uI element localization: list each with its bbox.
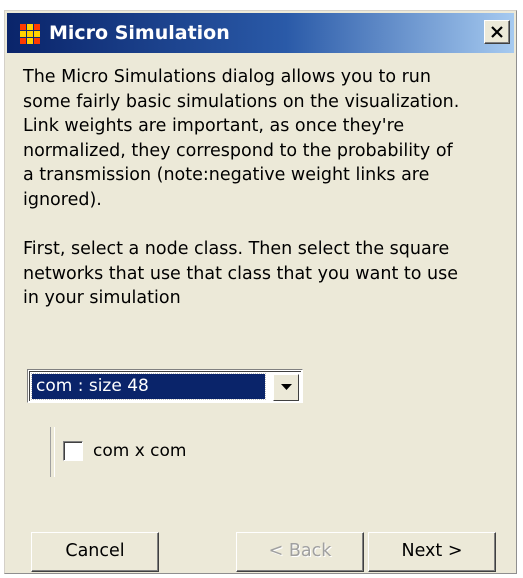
back-button: < Back [236, 532, 364, 572]
title-bar[interactable]: Micro Simulation [7, 13, 514, 53]
network-list-divider [50, 427, 55, 477]
instruction-paragraph: First, select a node class. Then select … [23, 239, 458, 308]
node-class-select-frame: com : size 48 [29, 371, 301, 401]
network-checkbox-label[interactable]: com x com [93, 439, 186, 463]
network-checkbox[interactable] [63, 441, 83, 461]
window-title: Micro Simulation [49, 22, 230, 44]
node-class-selected-value[interactable]: com : size 48 [31, 373, 266, 400]
description-paragraph: The Micro Simulations dialog allows you … [23, 67, 460, 210]
dropdown-button[interactable] [273, 374, 299, 401]
dialog-content: The Micro Simulations dialog allows you … [23, 65, 511, 311]
cancel-button[interactable]: Cancel [31, 532, 159, 572]
close-icon [491, 26, 503, 38]
next-button[interactable]: Next > [368, 532, 496, 572]
micro-simulation-dialog: Micro Simulation The Micro Simulations d… [4, 10, 517, 574]
node-class-select[interactable]: com : size 48 [27, 369, 303, 403]
chevron-down-icon [281, 384, 292, 390]
app-network-icon [20, 24, 40, 44]
close-button[interactable] [484, 20, 510, 44]
